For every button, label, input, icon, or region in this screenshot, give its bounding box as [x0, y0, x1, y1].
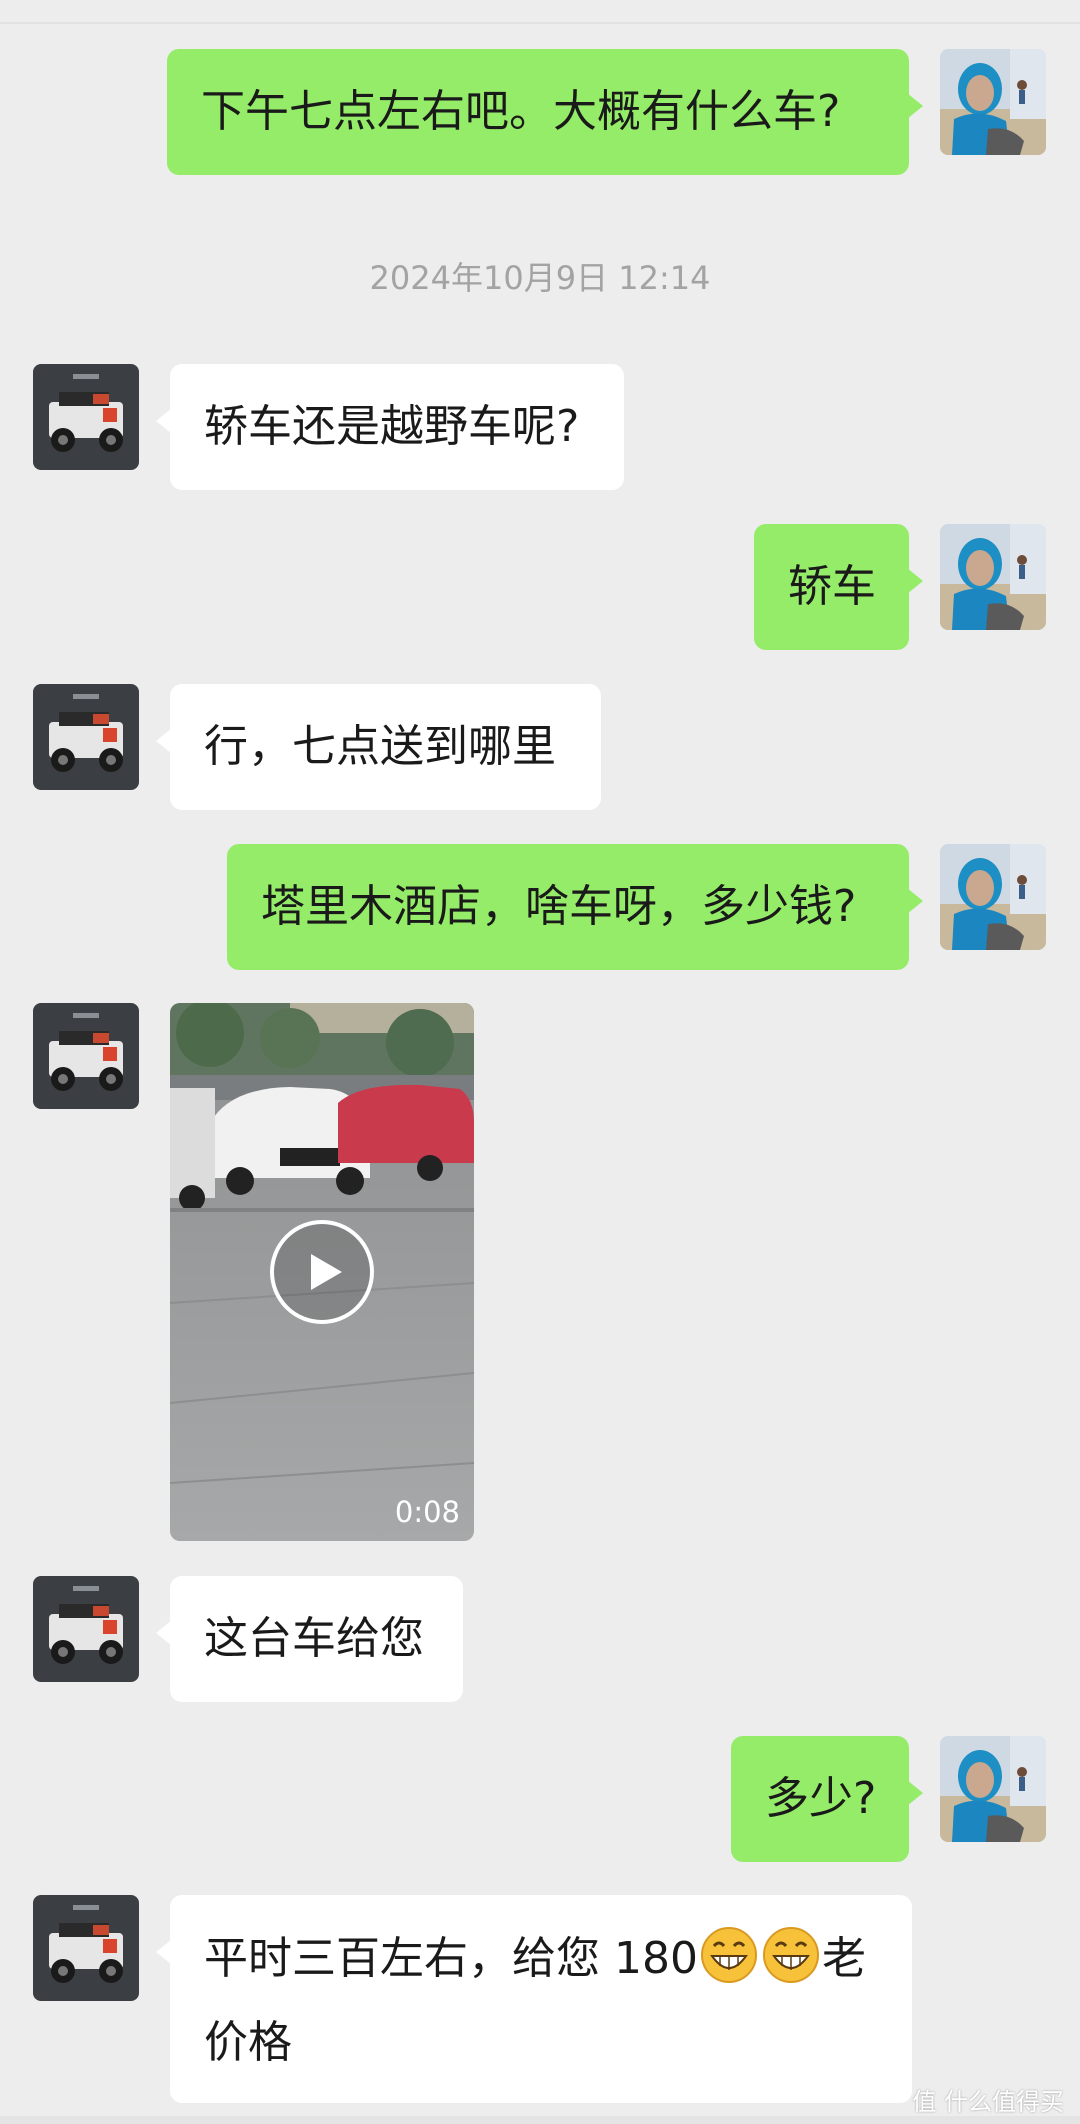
message-received[interactable]: 行，七点送到哪里	[156, 684, 601, 810]
message-received[interactable]: 平时三百左右，给您 180 老 价格	[156, 1895, 912, 2103]
message-sent[interactable]: 轿车	[754, 524, 923, 650]
message-text-line1: 平时三百左右，给您 180 老	[204, 1917, 878, 2001]
top-divider	[0, 22, 1080, 24]
user-avatar[interactable]	[940, 844, 1046, 950]
user-avatar-image	[940, 524, 1046, 630]
contact-avatar-image	[33, 364, 139, 470]
contact-avatar-image	[33, 1003, 139, 1109]
contact-avatar-image	[33, 1895, 139, 2001]
user-avatar-image	[940, 1736, 1046, 1842]
message-text-line2: 价格	[204, 2017, 292, 2068]
chat-timestamp: 2024年10月9日 12:14	[369, 259, 711, 297]
user-avatar-image	[940, 844, 1046, 950]
contact-avatar-image	[33, 1576, 139, 1682]
contact-avatar[interactable]	[33, 1576, 139, 1682]
message-text-part: 老	[821, 1933, 866, 1984]
message-sent[interactable]: 多少?	[731, 1736, 923, 1862]
message-text-part: 平时三百左右，给您 180	[204, 1933, 698, 1984]
video-message[interactable]: 0:08	[170, 1003, 474, 1541]
message-received[interactable]: 轿车还是越野车呢?	[156, 364, 624, 490]
user-avatar[interactable]	[940, 1736, 1046, 1842]
message-received[interactable]: 这台车给您	[156, 1576, 463, 1702]
message-text: 这台车给您	[204, 1613, 424, 1664]
grinning-emoji-icon	[700, 1927, 757, 1983]
contact-avatar[interactable]	[33, 1895, 139, 2001]
video-duration: 0:08	[394, 1495, 460, 1529]
message-text: 轿车	[788, 561, 876, 612]
contact-avatar[interactable]	[33, 1003, 139, 1109]
user-avatar-image	[940, 49, 1046, 155]
message-text: 塔里木酒店，啥车呀，多少钱?	[261, 881, 857, 932]
message-text: 行，七点送到哪里	[204, 721, 556, 772]
message-text: 多少?	[765, 1773, 877, 1824]
contact-avatar[interactable]	[33, 684, 139, 790]
message-sent[interactable]: 下午七点左右吧。大概有什么车?	[167, 49, 923, 175]
message-sent[interactable]: 塔里木酒店，啥车呀，多少钱?	[227, 844, 923, 970]
grinning-emoji-icon	[762, 1927, 819, 1983]
user-avatar[interactable]	[940, 49, 1046, 155]
play-icon[interactable]	[268, 1218, 376, 1326]
contact-avatar[interactable]	[33, 364, 139, 470]
user-avatar[interactable]	[940, 524, 1046, 630]
message-text: 轿车还是越野车呢?	[204, 401, 580, 452]
watermark: 值 什么值得买	[912, 2088, 1064, 2116]
message-text: 下午七点左右吧。大概有什么车?	[201, 86, 841, 137]
contact-avatar-image	[33, 684, 139, 790]
